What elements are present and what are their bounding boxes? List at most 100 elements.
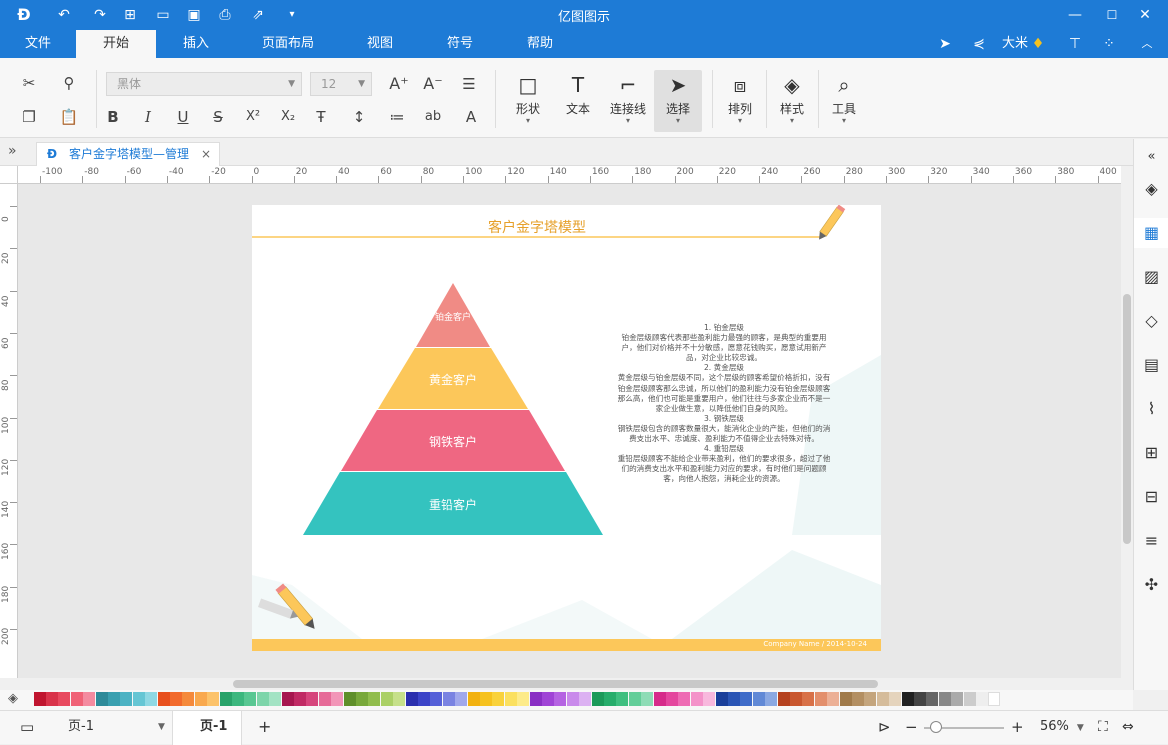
color-swatch[interactable] bbox=[740, 692, 753, 706]
color-swatch[interactable] bbox=[144, 692, 157, 706]
italic-icon[interactable]: I bbox=[135, 104, 161, 130]
transform-icon[interactable]: ✣ bbox=[1134, 570, 1168, 600]
color-swatch[interactable] bbox=[950, 692, 963, 706]
new-file-icon[interactable]: ⊞ bbox=[120, 5, 140, 25]
vertical-scroll-thumb[interactable] bbox=[1123, 294, 1131, 544]
color-swatch[interactable] bbox=[96, 692, 108, 706]
color-swatch[interactable] bbox=[814, 692, 827, 706]
print-icon[interactable]: ⎙ bbox=[215, 5, 235, 25]
color-swatch[interactable] bbox=[344, 692, 356, 706]
color-swatch[interactable] bbox=[306, 692, 319, 706]
share-icon[interactable]: ⋞ bbox=[968, 34, 990, 54]
line-spacing-icon[interactable]: ↕ bbox=[346, 104, 372, 130]
add-page-button[interactable]: + bbox=[258, 711, 271, 745]
color-swatch[interactable] bbox=[454, 692, 467, 706]
color-swatch[interactable] bbox=[702, 692, 715, 706]
skin-shirt-icon[interactable]: ⊤ bbox=[1062, 34, 1088, 54]
color-swatch[interactable] bbox=[170, 692, 183, 706]
color-swatch[interactable] bbox=[566, 692, 579, 706]
level-label-lead[interactable]: 重铅客户 bbox=[403, 496, 503, 513]
color-swatch[interactable] bbox=[976, 692, 989, 706]
color-swatch[interactable] bbox=[34, 692, 46, 706]
color-swatch[interactable] bbox=[392, 692, 405, 706]
color-swatch[interactable] bbox=[120, 692, 133, 706]
tab-home[interactable]: 开始 bbox=[76, 30, 156, 58]
color-swatch[interactable] bbox=[368, 692, 381, 706]
color-swatch[interactable] bbox=[666, 692, 679, 706]
text-button[interactable]: T 文本 bbox=[556, 70, 600, 132]
page-select[interactable]: 页-1 ▼ bbox=[68, 711, 168, 745]
redo-icon[interactable]: ↷ bbox=[90, 5, 110, 25]
play-icon[interactable]: ⊳ bbox=[878, 711, 891, 745]
image-icon[interactable]: ▨ bbox=[1134, 262, 1168, 292]
color-swatch[interactable] bbox=[542, 692, 555, 706]
color-swatch[interactable] bbox=[206, 692, 219, 706]
font-size-select[interactable]: 12 ▼ bbox=[310, 72, 372, 96]
tab-insert[interactable]: 插入 bbox=[166, 30, 226, 58]
horizontal-scroll-thumb[interactable] bbox=[233, 680, 878, 688]
text-style-icon[interactable]: Ŧ bbox=[308, 104, 334, 130]
color-swatch[interactable] bbox=[678, 692, 691, 706]
zoom-out-button[interactable]: − bbox=[905, 711, 918, 745]
color-swatch[interactable] bbox=[690, 692, 703, 706]
color-swatch[interactable] bbox=[716, 692, 728, 706]
user-name[interactable]: 大米 bbox=[1000, 34, 1030, 54]
underline-icon[interactable]: U bbox=[170, 104, 196, 130]
export-icon[interactable]: ⇗ bbox=[248, 5, 268, 25]
align-panel-icon[interactable]: ≡ bbox=[1134, 526, 1168, 556]
color-swatch[interactable] bbox=[888, 692, 901, 706]
color-swatch[interactable] bbox=[852, 692, 865, 706]
vertical-scrollbar[interactable] bbox=[1121, 184, 1133, 678]
tab-symbols[interactable]: 符号 bbox=[436, 30, 484, 58]
color-swatch[interactable] bbox=[938, 692, 951, 706]
color-swatch[interactable] bbox=[530, 692, 542, 706]
color-swatch[interactable] bbox=[468, 692, 480, 706]
color-swatch[interactable] bbox=[194, 692, 207, 706]
undo-icon[interactable]: ↶ bbox=[54, 5, 74, 25]
color-swatch[interactable] bbox=[654, 692, 666, 706]
color-swatch[interactable] bbox=[268, 692, 281, 706]
arrange-button[interactable]: ⧈ 排列 ▾ bbox=[718, 70, 762, 132]
format-painter-icon[interactable]: ⚲ bbox=[56, 70, 82, 96]
collapse-ribbon-icon[interactable]: ︿ bbox=[1136, 34, 1158, 54]
tab-view[interactable]: 视图 bbox=[356, 30, 404, 58]
color-swatch[interactable] bbox=[46, 692, 59, 706]
color-swatch[interactable] bbox=[182, 692, 195, 706]
color-swatch[interactable] bbox=[802, 692, 815, 706]
page-tab[interactable]: 页-1 bbox=[200, 711, 227, 745]
color-swatch[interactable] bbox=[914, 692, 927, 706]
color-swatch[interactable] bbox=[592, 692, 604, 706]
document-tab[interactable]: Ð 客户金字塔模型—管理 × bbox=[36, 142, 220, 166]
color-swatch[interactable] bbox=[840, 692, 852, 706]
color-swatch[interactable] bbox=[220, 692, 232, 706]
collapse-panel-icon[interactable]: « bbox=[1134, 142, 1168, 172]
tab-file[interactable]: 文件 bbox=[10, 30, 66, 58]
tab-help[interactable]: 帮助 bbox=[516, 30, 564, 58]
color-swatch[interactable] bbox=[82, 692, 95, 706]
select-button[interactable]: ➤ 选择 ▾ bbox=[654, 70, 702, 132]
color-swatch[interactable] bbox=[244, 692, 257, 706]
color-swatch[interactable] bbox=[70, 692, 83, 706]
bullet-list-icon[interactable]: ≔ bbox=[384, 104, 410, 130]
description-text[interactable]: 1. 铂金层级 铂金层级顾客代表那些盈利能力最强的顾客，是典型的重要用户，他们对… bbox=[615, 323, 833, 485]
level-label-gold[interactable]: 黄金客户 bbox=[403, 371, 503, 388]
superscript-icon[interactable]: X² bbox=[240, 104, 266, 130]
diagram-title[interactable]: 客户金字塔模型 bbox=[252, 217, 822, 237]
font-color-icon[interactable]: A bbox=[458, 104, 484, 130]
color-swatch[interactable] bbox=[330, 692, 343, 706]
color-swatch[interactable] bbox=[876, 692, 889, 706]
color-swatch[interactable] bbox=[492, 692, 505, 706]
color-swatch[interactable] bbox=[752, 692, 765, 706]
shape-button[interactable]: □ 形状 ▾ bbox=[506, 70, 550, 132]
level-label-platinum[interactable]: 铂金客户 bbox=[413, 310, 493, 323]
color-swatch[interactable] bbox=[778, 692, 790, 706]
color-swatch[interactable] bbox=[480, 692, 493, 706]
table-icon[interactable]: ⊞ bbox=[1134, 438, 1168, 468]
color-swatch[interactable] bbox=[318, 692, 331, 706]
color-swatch[interactable] bbox=[964, 692, 976, 706]
color-swatch[interactable] bbox=[902, 692, 914, 706]
color-swatch[interactable] bbox=[282, 692, 294, 706]
close-icon[interactable]: ✕ bbox=[1122, 0, 1168, 30]
layout-grid-icon[interactable]: ▦ bbox=[1134, 218, 1168, 248]
color-swatch[interactable] bbox=[554, 692, 567, 706]
